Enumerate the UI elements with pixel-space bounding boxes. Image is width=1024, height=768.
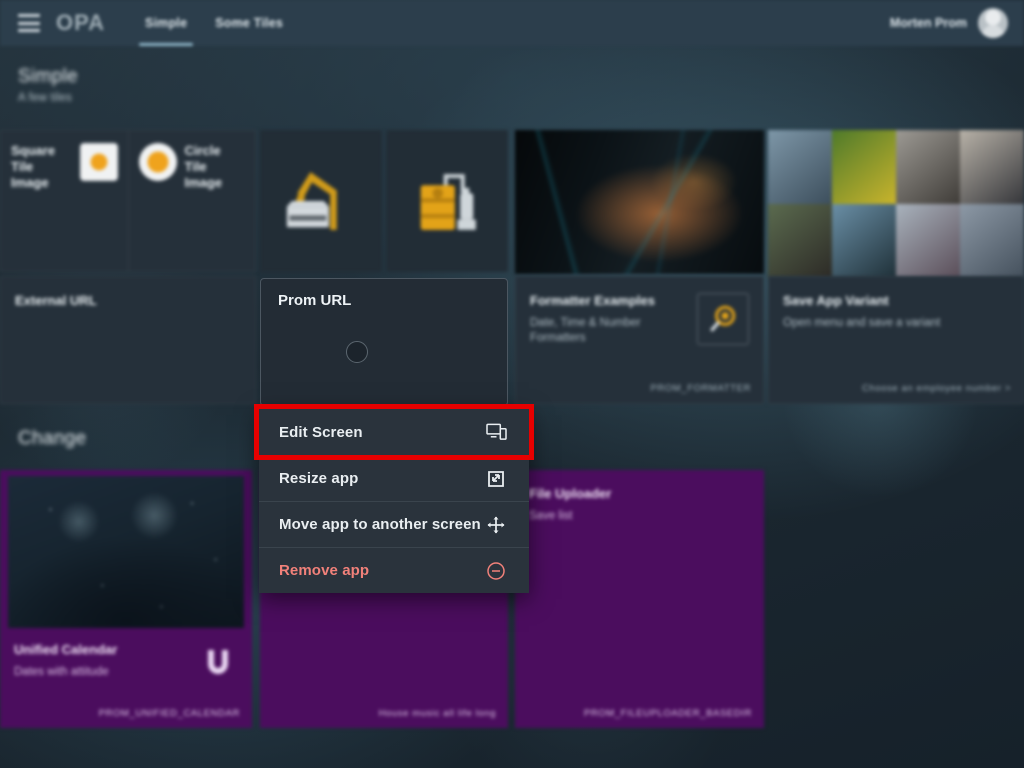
square-image-icon: [79, 143, 118, 181]
tile-barrel[interactable]: [386, 130, 508, 272]
tile-title: External URL: [15, 293, 97, 308]
section-header-change: Change: [18, 428, 86, 450]
resize-icon: [485, 468, 507, 490]
menu-item-edit-screen[interactable]: Edit Screen: [254, 404, 534, 460]
section-subtitle: A few tiles: [18, 92, 72, 104]
tile-footer: Choose an employee number >: [861, 383, 1011, 394]
tile-circle-image[interactable]: Circle Tile Image: [127, 131, 256, 271]
hamburger-menu-icon[interactable]: [18, 14, 40, 32]
tile-square-image[interactable]: Square Tile Image: [1, 131, 128, 271]
brand-logo[interactable]: OPA: [56, 10, 105, 36]
horseshoe-calendar-icon: [208, 650, 228, 674]
collage-cell: [896, 204, 960, 278]
tile-title: Save App Variant: [783, 293, 889, 308]
tile-crane[interactable]: [260, 130, 382, 272]
section-title: Change: [18, 428, 87, 449]
collage-cell: [960, 204, 1024, 278]
menu-item-label: Move app to another screen: [279, 516, 481, 533]
crane-excavator-icon: [286, 172, 337, 230]
soldiers-photo: [8, 476, 244, 628]
tile-title: Unified Calendar: [14, 642, 118, 657]
tile-unified-calendar[interactable]: Unified Calendar Dates with attitude PRO…: [0, 470, 252, 728]
menu-item-resize-app[interactable]: Resize app: [259, 455, 529, 501]
tile-subtitle: Dates with attitude: [14, 665, 109, 678]
user-avatar-icon[interactable]: [978, 8, 1008, 38]
collage-cell: [768, 130, 832, 204]
magnifier-gear-icon: [697, 293, 749, 345]
tile-square-circle-images[interactable]: Square Tile Image Circle Tile Image: [0, 130, 256, 272]
menu-item-label: Remove app: [279, 562, 370, 579]
edit-screen-icon: [485, 421, 507, 443]
collage-cell: [768, 204, 832, 278]
radio-circle-icon[interactable]: [346, 341, 368, 363]
app-context-menu: Edit Screen Resize app Move app to anoth…: [254, 404, 534, 593]
tile-title: File Uploader: [529, 486, 612, 501]
section-title: Simple: [18, 66, 78, 87]
oil-barrel-pump-icon: [420, 174, 476, 230]
user-name: Morten Prom: [889, 16, 967, 30]
tile-formatter-examples[interactable]: Formatter Examples Date, Time & Number F…: [515, 276, 764, 404]
tile-footer: PROM_UNIFIED_CALENDAR: [98, 708, 240, 719]
tile-title: Formatter Examples: [530, 293, 655, 308]
circle-image-icon: [138, 143, 177, 181]
tab-simple[interactable]: Simple: [131, 0, 201, 46]
tile-footer: PROM_FORMATTER: [650, 383, 751, 394]
tile-footer: PROM_FILEUPLOADER_BASEDIR: [583, 708, 752, 719]
tile-subtitle: Open menu and save a variant: [783, 316, 941, 329]
tile-machinery-photo[interactable]: [515, 130, 764, 274]
tile-save-app-variant[interactable]: Save App Variant Open menu and save a va…: [768, 276, 1024, 404]
tab-some-tiles[interactable]: Some Tiles: [201, 0, 297, 46]
menu-item-remove-app[interactable]: Remove app: [259, 547, 529, 593]
top-navigation-bar: OPA Simple Some Tiles Morten Prom: [0, 0, 1024, 46]
prom-url-card[interactable]: Prom URL: [260, 278, 508, 406]
tile-title: Square Tile Image: [11, 143, 56, 190]
menu-item-label: Edit Screen: [279, 423, 363, 441]
menu-item-move-app[interactable]: Move app to another screen: [259, 501, 529, 547]
tile-subtitle: Save list: [529, 509, 573, 522]
collage-cell: [832, 130, 896, 204]
collage-cell: [832, 204, 896, 278]
collage-cell: [960, 130, 1024, 204]
prom-url-title: Prom URL: [278, 292, 352, 309]
user-area: Morten Prom: [890, 8, 1008, 38]
section-header-simple: Simple A few tiles: [18, 66, 78, 104]
tile-people-collage[interactable]: [768, 130, 1024, 278]
tile-footer: House music all life long: [378, 708, 496, 719]
tile-external-url[interactable]: External URL: [0, 276, 256, 404]
nav-tabs: Simple Some Tiles: [131, 0, 297, 46]
tile-subtitle: Date, Time & Number Formatters: [530, 316, 641, 345]
tile-file-uploader[interactable]: File Uploader Save list PROM_FILEUPLOADE…: [515, 470, 764, 728]
collage-cell: [896, 130, 960, 204]
app-root: OPA Simple Some Tiles Morten Prom Simple…: [0, 0, 1024, 768]
tile-title: Circle Tile Image: [184, 143, 223, 190]
menu-item-label: Resize app: [279, 470, 359, 487]
remove-circle-icon: [485, 560, 507, 582]
move-arrows-icon: [485, 514, 507, 536]
